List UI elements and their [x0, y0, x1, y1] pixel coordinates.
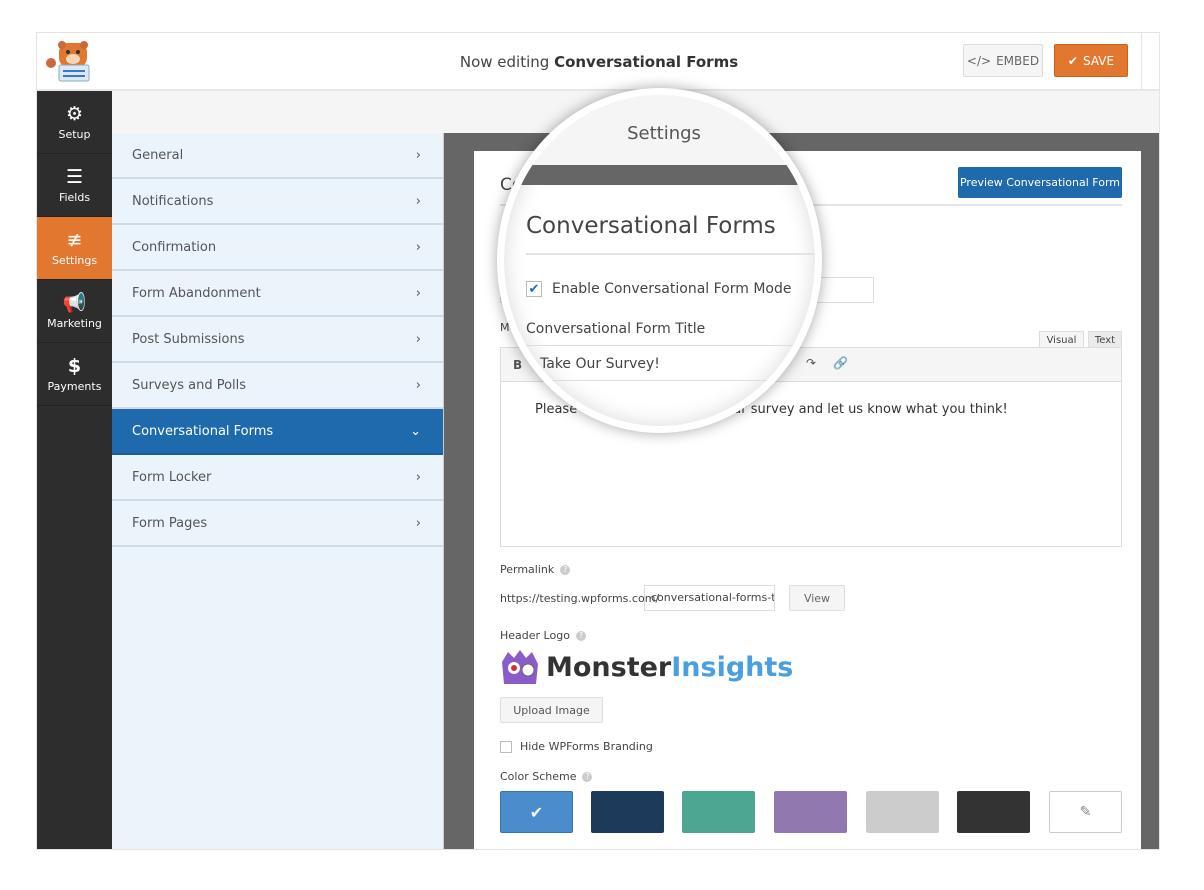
- view-button[interactable]: View: [789, 585, 845, 611]
- top-bar: Now editing Conversational Forms </> EMBE…: [37, 33, 1159, 91]
- form-title-label: Conversational Form Title: [526, 321, 706, 337]
- color-swatch-teal[interactable]: [682, 791, 755, 833]
- permalink-label: Permalink?: [500, 563, 571, 576]
- list-icon: ☰: [65, 165, 84, 188]
- chevron-right-icon: ›: [415, 469, 421, 485]
- tab-text[interactable]: Text: [1088, 331, 1122, 348]
- lens-panel-header: Settings: [504, 95, 815, 165]
- submenu-form-abandonment[interactable]: Form Abandonment ›: [112, 271, 443, 317]
- nav-setup[interactable]: ⚙ Setup: [37, 91, 112, 154]
- magnifier-callout: Settings Conversational Forms ✔ Enable C…: [497, 88, 822, 433]
- nav-settings[interactable]: ≢ Settings: [37, 217, 112, 280]
- dollar-icon: $: [67, 354, 82, 377]
- color-swatch-navy[interactable]: [591, 791, 664, 833]
- eyedropper-icon: ✎: [1079, 804, 1092, 820]
- nav-fields[interactable]: ☰ Fields: [37, 154, 112, 217]
- permalink-base: https://testing.wpforms.com/: [500, 592, 660, 605]
- nav-marketing[interactable]: 📢 Marketing: [37, 280, 112, 343]
- code-icon: </>: [966, 53, 992, 68]
- submenu-form-locker[interactable]: Form Locker ›: [112, 455, 443, 501]
- link-icon[interactable]: 🔗: [833, 356, 848, 370]
- color-swatch-purple[interactable]: [774, 791, 847, 833]
- lens-section-title: Conversational Forms: [526, 213, 776, 239]
- nav-label: Settings: [51, 253, 98, 267]
- nav-label: Marketing: [47, 316, 102, 330]
- chevron-right-icon: ›: [415, 331, 421, 347]
- permalink-slug-input[interactable]: conversational-forms-t: [644, 585, 775, 611]
- help-icon[interactable]: ?: [575, 631, 586, 641]
- nav-label: Setup: [58, 127, 91, 141]
- builder-nav: ⚙ Setup ☰ Fields ≢ Settings 📢 Marketing $ Pay…: [37, 91, 112, 849]
- chevron-right-icon: ›: [415, 377, 421, 393]
- header-logo-label: Header Logo?: [500, 629, 586, 642]
- chevron-right-icon: ›: [415, 515, 421, 531]
- checkbox[interactable]: [500, 740, 512, 753]
- submenu-notifications[interactable]: Notifications ›: [112, 179, 443, 225]
- nav-payments[interactable]: $ Payments: [37, 343, 112, 406]
- lens-gray-band: [504, 165, 815, 185]
- help-icon[interactable]: ?: [582, 772, 593, 782]
- color-swatch-gray[interactable]: [866, 791, 939, 833]
- sliders-icon: ≢: [66, 228, 83, 251]
- submenu-post-submissions[interactable]: Post Submissions ›: [112, 317, 443, 363]
- chevron-right-icon: ›: [415, 285, 421, 301]
- nav-label: Fields: [58, 190, 91, 204]
- chevron-right-icon: ›: [415, 239, 421, 255]
- preview-button[interactable]: Preview Conversational Form: [958, 167, 1122, 198]
- custom-color-button[interactable]: ✎: [1049, 791, 1122, 833]
- color-swatch-dark[interactable]: [957, 791, 1030, 833]
- chevron-down-icon: ⌄: [410, 423, 421, 439]
- monster-icon: [502, 650, 538, 684]
- submenu-conversational-forms[interactable]: Conversational Forms ⌄: [112, 409, 443, 455]
- nav-label: Payments: [47, 379, 102, 393]
- form-title-field[interactable]: Take Our Survey!: [514, 345, 815, 381]
- gear-icon: ⚙: [65, 102, 84, 125]
- color-scheme-label: Color Scheme?: [500, 770, 593, 783]
- chevron-right-icon: ›: [415, 147, 421, 163]
- divider: [526, 253, 815, 255]
- embed-button[interactable]: </> EMBED: [963, 44, 1043, 77]
- upload-image-button[interactable]: Upload Image: [500, 697, 603, 723]
- megaphone-icon: 📢: [62, 291, 87, 314]
- check-icon: ✔: [529, 802, 544, 822]
- chevron-right-icon: ›: [415, 193, 421, 209]
- submenu-surveys-polls[interactable]: Surveys and Polls ›: [112, 363, 443, 409]
- monsterinsights-logo: MonsterInsights: [500, 648, 793, 686]
- save-button[interactable]: ✔ SAVE: [1054, 44, 1128, 77]
- enable-conversational-checkbox[interactable]: ✔ Enable Conversational Form Mode: [526, 281, 791, 297]
- check-icon: ✔: [1067, 53, 1078, 68]
- divider: [1141, 33, 1142, 91]
- color-swatch-blue[interactable]: ✔: [500, 791, 573, 833]
- help-icon[interactable]: ?: [560, 565, 571, 575]
- checkbox-checked[interactable]: ✔: [526, 281, 542, 297]
- tab-visual[interactable]: Visual: [1039, 331, 1084, 348]
- settings-submenu: General › Notifications › Confirmation › Fo…: [112, 133, 444, 849]
- hide-branding-checkbox[interactable]: Hide WPForms Branding: [500, 740, 653, 753]
- submenu-general[interactable]: General ›: [112, 133, 443, 179]
- submenu-confirmation[interactable]: Confirmation ›: [112, 225, 443, 271]
- submenu-form-pages[interactable]: Form Pages ›: [112, 501, 443, 547]
